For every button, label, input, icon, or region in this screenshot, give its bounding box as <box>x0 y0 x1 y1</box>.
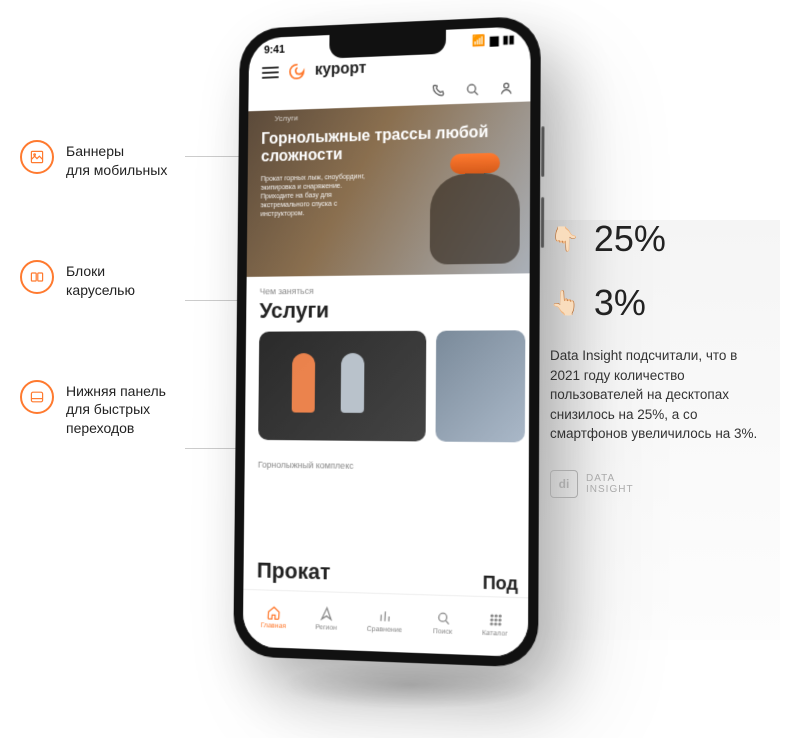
nav-item-region[interactable]: Регион <box>315 606 338 632</box>
nav-item-search[interactable]: Поиск <box>432 610 453 636</box>
section-title: Услуги <box>246 296 529 332</box>
stat-up: 👆🏻 3% <box>550 282 760 324</box>
bottom-nav: Главная Регион Сравнение Поиск Каталог <box>243 589 528 657</box>
section-eyebrow: Горнолыжный комплекс <box>245 450 529 476</box>
section-eyebrow: Чем заняться <box>246 273 529 298</box>
grid-icon <box>487 612 504 629</box>
battery-icon: ▮▮ <box>502 33 514 47</box>
wifi-icon: ▆ <box>490 33 499 46</box>
callout-carousel: Блоки каруселью <box>20 260 210 300</box>
home-icon <box>266 605 282 621</box>
hamburger-icon[interactable] <box>262 66 279 78</box>
phone-frame: 9:41 📶 ▆ ▮▮ курорт Услуги Горнолыжные <box>233 15 541 667</box>
point-up-icon: 👆🏻 <box>550 289 580 318</box>
stat-value: 3% <box>594 282 646 324</box>
carousel-card[interactable] <box>258 331 426 442</box>
callout-label: Блоки каруселью <box>66 260 135 300</box>
stat-value: 25% <box>594 218 666 260</box>
nav-label: Регион <box>315 624 337 632</box>
nav-label: Поиск <box>432 628 452 636</box>
phone-screen: 9:41 📶 ▆ ▮▮ курорт Услуги Горнолыжные <box>243 26 531 657</box>
stat-description: Data Insight подсчитали, что в 2021 году… <box>550 346 760 444</box>
stat-down: 👇🏻 25% <box>550 218 760 260</box>
nav-label: Главная <box>261 622 287 630</box>
data-insight-logo: di DATA INSIGHT <box>550 470 760 498</box>
phone-mockup: 9:41 📶 ▆ ▮▮ курорт Услуги Горнолыжные <box>230 20 560 720</box>
status-time: 9:41 <box>264 43 285 56</box>
point-down-icon: 👇🏻 <box>550 225 580 254</box>
image-icon <box>20 140 54 174</box>
phone-notch <box>329 30 446 59</box>
hero-image <box>390 131 530 277</box>
hero-desc: Прокат горных лыж, сноубординг, экипиров… <box>260 172 375 219</box>
compare-icon <box>377 608 394 625</box>
signal-icon: 📶 <box>472 34 486 48</box>
callout-bottom-nav: Нижняя панель для быстрых переходов <box>20 380 210 439</box>
nav-label: Каталог <box>482 630 508 638</box>
logo-mark: di <box>550 470 578 498</box>
nav-item-home[interactable]: Главная <box>261 604 288 630</box>
callout-label: Баннеры для мобильных <box>66 140 167 180</box>
search-icon[interactable] <box>464 81 480 98</box>
nav-item-catalog[interactable]: Каталог <box>482 611 509 637</box>
status-right: 📶 ▆ ▮▮ <box>472 33 514 48</box>
nav-arrow-icon <box>319 606 335 623</box>
callout-label: Нижняя панель для быстрых переходов <box>66 380 166 439</box>
phone-icon[interactable] <box>431 82 447 99</box>
user-icon[interactable] <box>498 80 514 97</box>
callouts-column: Баннеры для мобильных Блоки каруселью Ни… <box>20 140 210 518</box>
nav-item-compare[interactable]: Сравнение <box>367 608 404 634</box>
stats-column: 👇🏻 25% 👆🏻 3% Data Insight подсчитали, чт… <box>550 218 760 498</box>
nav-label: Сравнение <box>367 626 403 634</box>
search-icon <box>434 610 451 627</box>
app-title: курорт <box>315 60 367 80</box>
panel-bottom-icon <box>20 380 54 414</box>
carousel-card[interactable] <box>435 330 525 442</box>
logo-icon <box>288 62 305 80</box>
carousel-row[interactable] <box>245 330 530 452</box>
hero-banner[interactable]: Услуги Горнолыжные трассы любой сложност… <box>247 101 531 276</box>
logo-text: DATA INSIGHT <box>586 473 634 495</box>
callout-banners: Баннеры для мобильных <box>20 140 210 180</box>
section-title-partial: Под <box>482 572 518 595</box>
columns-icon <box>20 260 54 294</box>
